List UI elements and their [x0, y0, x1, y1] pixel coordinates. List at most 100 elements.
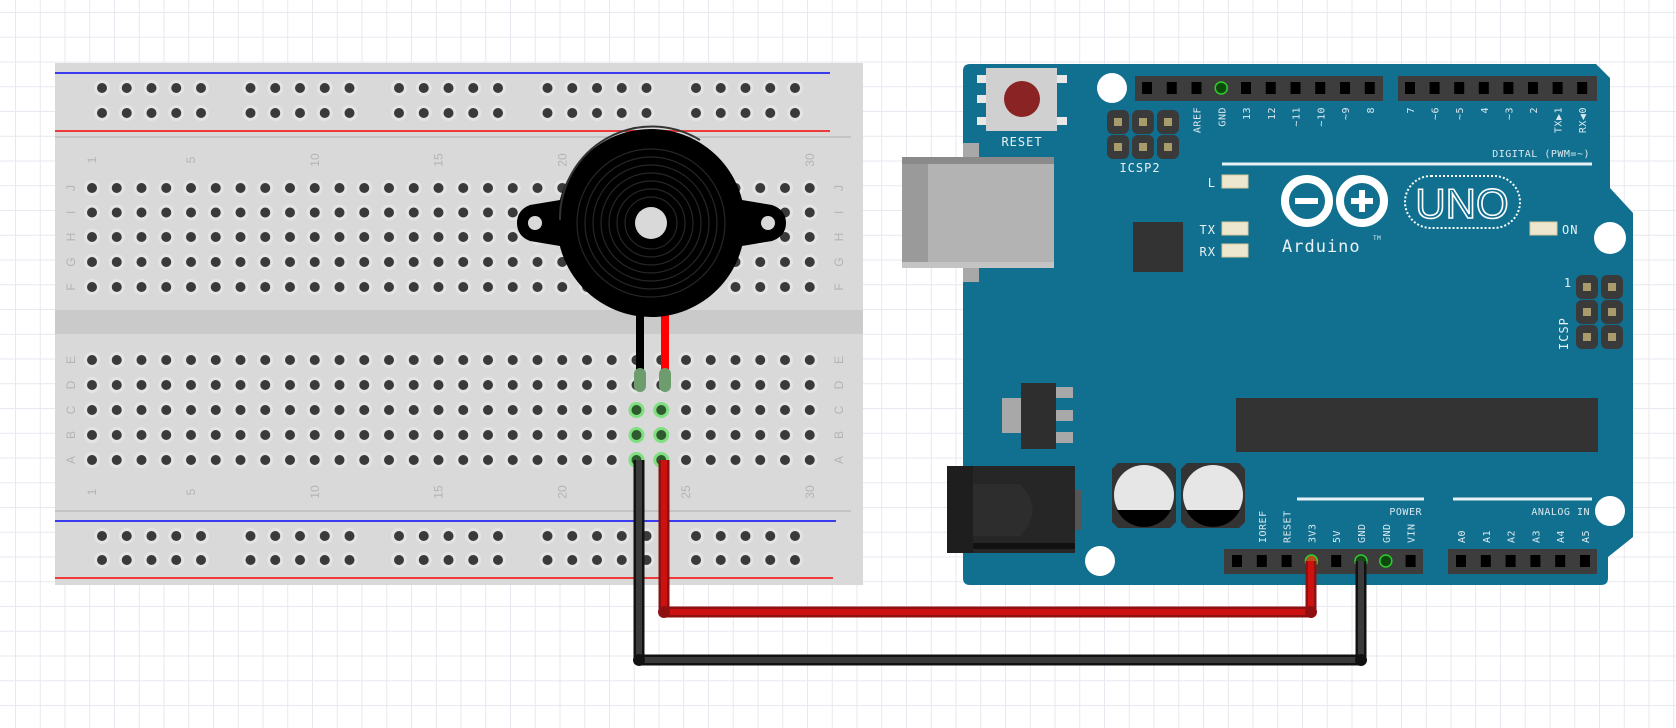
breadboard-hole[interactable] [755, 355, 766, 365]
breadboard[interactable]: 115510101515202025253030JJIIHHGGFFEEDDCC… [55, 63, 863, 585]
breadboard-hole[interactable] [433, 282, 444, 292]
breadboard-hole[interactable] [186, 380, 196, 390]
header-pin[interactable] [1528, 82, 1538, 94]
header-pin[interactable] [1232, 555, 1242, 567]
breadboard-hole[interactable] [705, 355, 716, 365]
breadboard-hole[interactable] [235, 282, 246, 292]
wire-bendpoint[interactable] [658, 606, 670, 618]
breadboard-hole[interactable] [334, 207, 345, 218]
breadboard-hole[interactable] [319, 531, 330, 541]
breadboard-hole[interactable] [433, 257, 444, 267]
breadboard-hole[interactable] [186, 183, 196, 193]
breadboard-hole[interactable] [542, 555, 553, 565]
breadboard-hole[interactable] [740, 555, 751, 565]
breadboard-hole[interactable] [433, 380, 444, 390]
breadboard-hole[interactable] [483, 355, 493, 365]
breadboard-hole[interactable] [309, 380, 320, 390]
breadboard-hole[interactable] [408, 282, 419, 292]
breadboard-hole[interactable] [285, 207, 295, 218]
breadboard-hole[interactable] [493, 108, 503, 118]
breadboard-hole[interactable] [567, 83, 578, 93]
icsp-pin[interactable] [1139, 118, 1147, 126]
breadboard-hole[interactable] [260, 455, 271, 465]
breadboard-hole[interactable] [790, 108, 800, 118]
breadboard-hole[interactable] [334, 355, 345, 365]
breadboard-hole[interactable] [87, 183, 97, 193]
breadboard-hole[interactable] [111, 380, 122, 390]
reset-button[interactable] [977, 68, 1067, 131]
icsp-pin[interactable] [1164, 143, 1172, 151]
breadboard-hole[interactable] [136, 183, 147, 193]
breadboard-hole[interactable] [507, 257, 518, 267]
pin-connected[interactable] [1214, 81, 1228, 95]
breadboard-hole[interactable] [681, 430, 691, 440]
breadboard-hole[interactable] [567, 555, 578, 565]
breadboard-hole[interactable] [730, 380, 741, 390]
breadboard-hole[interactable] [532, 183, 543, 193]
breadboard-hole[interactable] [408, 355, 419, 365]
breadboard-hole[interactable] [557, 430, 568, 440]
usb-connector[interactable] [902, 157, 1054, 268]
breadboard-hole[interactable] [582, 405, 592, 415]
wire-bendpoint[interactable] [1305, 606, 1317, 618]
breadboard-hole[interactable] [408, 232, 419, 242]
breadboard-hole[interactable] [606, 405, 617, 415]
breadboard-hole[interactable] [394, 83, 404, 93]
breadboard-hole[interactable] [507, 430, 518, 440]
breadboard-hole[interactable] [235, 430, 246, 440]
breadboard-hole[interactable] [285, 405, 295, 415]
breadboard-hole[interactable] [418, 108, 429, 118]
breadboard-hole[interactable] [790, 83, 800, 93]
breadboard-hole[interactable] [507, 282, 518, 292]
breadboard-hole[interactable] [87, 207, 97, 218]
breadboard-hole[interactable] [755, 455, 766, 465]
breadboard-hole[interactable] [285, 380, 295, 390]
breadboard-hole[interactable] [136, 257, 147, 267]
breadboard-hole[interactable] [186, 257, 196, 267]
breadboard-hole[interactable] [87, 405, 97, 415]
breadboard-hole[interactable] [359, 430, 370, 440]
breadboard-hole[interactable] [235, 380, 246, 390]
breadboard-hole[interactable] [260, 405, 271, 415]
breadboard-hole[interactable] [136, 232, 147, 242]
header-pin[interactable] [1456, 555, 1466, 567]
breadboard-hole[interactable] [161, 282, 172, 292]
breadboard-hole[interactable] [755, 380, 766, 390]
header-pin[interactable] [1555, 555, 1566, 567]
breadboard-hole[interactable] [309, 257, 320, 267]
breadboard-hole[interactable] [235, 355, 246, 365]
breadboard-hole[interactable] [111, 232, 122, 242]
breadboard-hole[interactable] [319, 555, 330, 565]
breadboard-hole[interactable] [582, 430, 592, 440]
breadboard-hole[interactable] [408, 405, 419, 415]
breadboard-hole[interactable] [285, 455, 295, 465]
breadboard-hole[interactable] [196, 108, 206, 118]
breadboard-hole[interactable] [171, 108, 182, 118]
breadboard-hole[interactable] [418, 531, 429, 541]
breadboard-hole[interactable] [557, 380, 568, 390]
header-pin[interactable] [1429, 82, 1440, 94]
breadboard-hole[interactable] [136, 207, 147, 218]
breadboard-hole[interactable] [334, 183, 345, 193]
breadboard-hole[interactable] [359, 380, 370, 390]
breadboard-hole[interactable] [186, 405, 196, 415]
breadboard-hole[interactable] [592, 555, 602, 565]
breadboard-hole[interactable] [616, 531, 627, 541]
breadboard-hole[interactable] [111, 405, 122, 415]
breadboard-hole[interactable] [557, 455, 568, 465]
breadboard-hole[interactable] [121, 108, 132, 118]
breadboard-hole[interactable] [136, 430, 147, 440]
breadboard-hole[interactable] [715, 108, 726, 118]
breadboard-hole[interactable] [309, 455, 320, 465]
breadboard-hole[interactable] [458, 455, 469, 465]
breadboard-hole[interactable] [705, 455, 716, 465]
header-pin[interactable] [1530, 555, 1541, 567]
breadboard-hole[interactable] [443, 83, 454, 93]
breadboard-hole[interactable] [691, 108, 701, 118]
breadboard-hole[interactable] [755, 430, 766, 440]
breadboard-hole[interactable] [730, 405, 741, 415]
breadboard-hole[interactable] [97, 108, 107, 118]
breadboard-hole[interactable] [507, 355, 518, 365]
breadboard-hole[interactable] [210, 183, 221, 193]
breadboard-hole[interactable] [542, 108, 553, 118]
